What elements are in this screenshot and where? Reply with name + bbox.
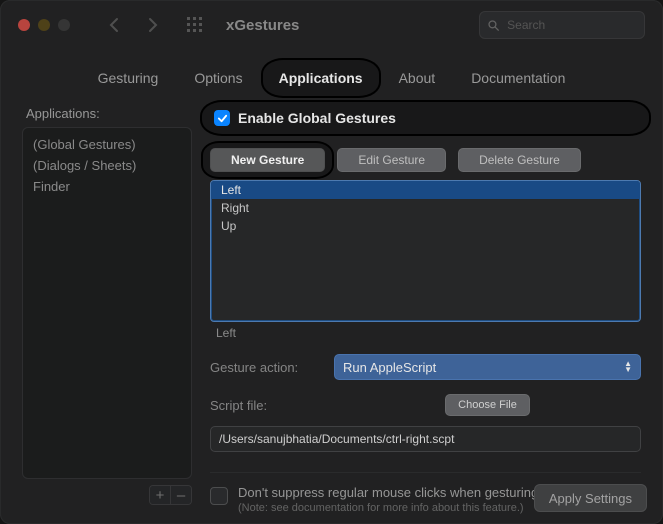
new-gesture-button[interactable]: New Gesture: [210, 148, 325, 172]
search-input[interactable]: [505, 17, 636, 33]
suppress-clicks-note: (Note: see documentation for more info a…: [238, 502, 538, 514]
window-traffic-lights[interactable]: [18, 19, 70, 31]
gesture-action-value: Run AppleScript: [343, 360, 436, 375]
all-prefs-grid-icon[interactable]: [182, 12, 208, 38]
edit-gesture-button[interactable]: Edit Gesture: [337, 148, 446, 172]
gesture-action-label: Gesture action:: [210, 360, 320, 375]
minimize-window-icon[interactable]: [38, 19, 50, 31]
forward-button[interactable]: [136, 12, 168, 38]
choose-file-button[interactable]: Choose File: [445, 394, 530, 416]
sidebar-item-finder[interactable]: Finder: [31, 176, 183, 197]
script-file-path[interactable]: /Users/sanujbhatia/Documents/ctrl-right.…: [210, 426, 641, 452]
tab-bar: Gesturing Options Applications About Doc…: [0, 64, 663, 92]
apply-settings-button[interactable]: Apply Settings: [534, 484, 647, 512]
tab-gesturing[interactable]: Gesturing: [90, 64, 167, 92]
search-field[interactable]: [479, 11, 645, 39]
remove-application-button[interactable]: –: [170, 486, 191, 504]
sidebar-item-global[interactable]: (Global Gestures): [31, 134, 183, 155]
search-icon: [488, 19, 499, 32]
divider: [210, 472, 641, 473]
gesture-list-selection-label: Left: [210, 326, 641, 340]
select-arrows-icon: ▲▼: [624, 361, 632, 373]
applications-list[interactable]: (Global Gestures) (Dialogs / Sheets) Fin…: [22, 127, 192, 479]
gesture-list[interactable]: Left Right Up: [210, 180, 641, 322]
suppress-clicks-checkbox[interactable]: [210, 487, 228, 505]
tab-about[interactable]: About: [391, 64, 444, 92]
back-button[interactable]: [98, 12, 130, 38]
sidebar-item-dialogs[interactable]: (Dialogs / Sheets): [31, 155, 183, 176]
window-title: xGestures: [226, 17, 299, 34]
enable-global-gestures-label: Enable Global Gestures: [238, 110, 396, 126]
enable-global-gestures-checkbox[interactable]: [214, 110, 230, 126]
gesture-list-item[interactable]: Up: [211, 217, 640, 235]
tab-applications[interactable]: Applications: [271, 64, 371, 92]
tab-options[interactable]: Options: [186, 64, 250, 92]
applications-heading: Applications:: [22, 106, 192, 121]
delete-gesture-button[interactable]: Delete Gesture: [458, 148, 581, 172]
suppress-clicks-label: Don't suppress regular mouse clicks when…: [238, 485, 538, 500]
gesture-action-select[interactable]: Run AppleScript ▲▼: [334, 354, 641, 380]
zoom-window-icon[interactable]: [58, 19, 70, 31]
tab-documentation[interactable]: Documentation: [463, 64, 573, 92]
gesture-list-item[interactable]: Right: [211, 199, 640, 217]
gesture-list-item[interactable]: Left: [211, 181, 640, 199]
script-file-label: Script file:: [210, 398, 320, 413]
close-window-icon[interactable]: [18, 19, 30, 31]
add-application-button[interactable]: +: [150, 486, 170, 504]
